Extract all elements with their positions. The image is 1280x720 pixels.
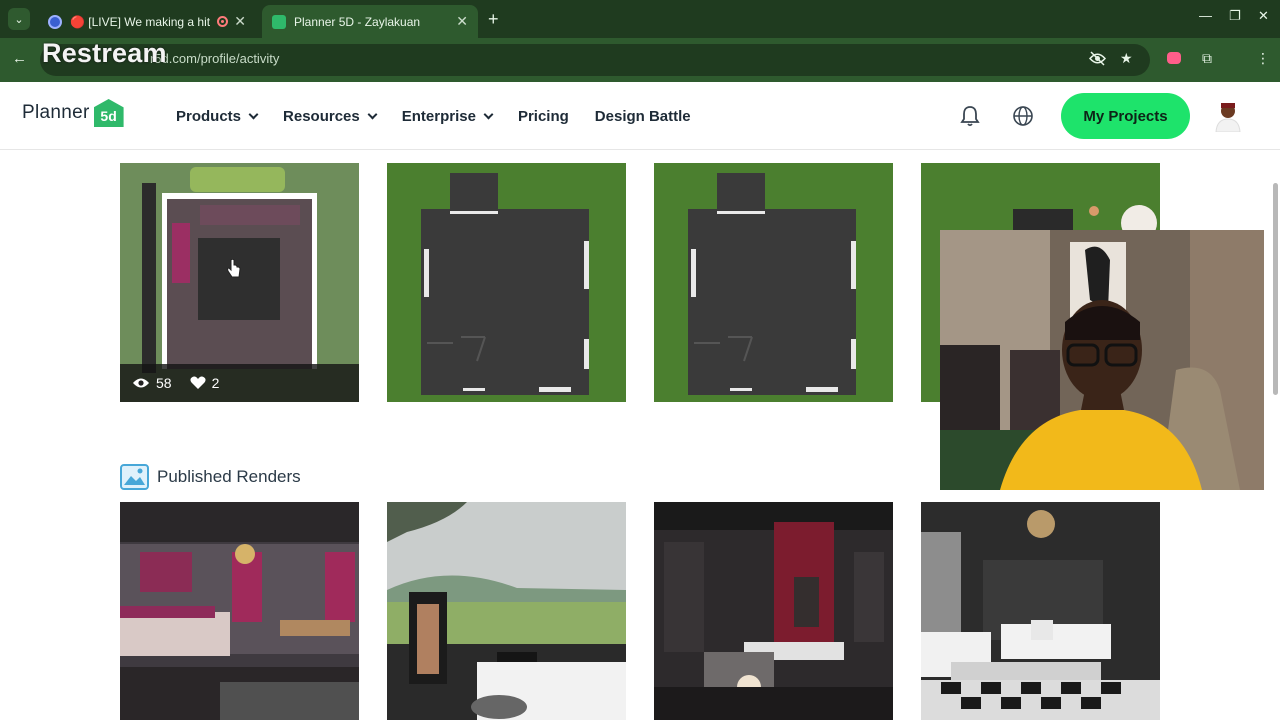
tab-title: 🔴 [LIVE] We making a hit f: [70, 14, 212, 29]
close-window-icon[interactable]: ✕: [1258, 8, 1269, 24]
webcam-feed-image: [940, 230, 1264, 490]
chevron-down-icon: [483, 109, 494, 119]
heart-icon[interactable]: [190, 376, 206, 390]
new-tab-icon[interactable]: +: [488, 9, 499, 30]
my-projects-button[interactable]: My Projects: [1061, 93, 1190, 139]
section-title: Published Renders: [157, 467, 301, 486]
browser-tab-live[interactable]: 🔴 [LIVE] We making a hit f ✕: [38, 5, 256, 38]
render-card-living-room[interactable]: [921, 502, 1160, 720]
close-tab-icon[interactable]: ✕: [456, 13, 468, 30]
nav-resources[interactable]: Resources: [283, 107, 378, 125]
globe-icon[interactable]: [1012, 105, 1034, 127]
project-card-1[interactable]: 58 2: [120, 163, 359, 402]
nav-pricing[interactable]: Pricing: [518, 108, 569, 125]
minimize-icon[interactable]: —: [1199, 8, 1212, 23]
logo-house-icon: 5d: [93, 99, 124, 127]
plan-room-main: [688, 209, 856, 395]
plan-door: [717, 211, 765, 214]
bell-icon[interactable]: [960, 105, 980, 127]
plan-room-main: [421, 209, 589, 395]
published-renders-heading: Published Renders: [120, 464, 301, 490]
plan-window: [730, 388, 752, 391]
tab-title: Planner 5D - Zaylakuan: [294, 14, 421, 29]
project-card-3[interactable]: [654, 163, 893, 402]
project-card-2[interactable]: [387, 163, 626, 402]
plan-window: [584, 339, 589, 369]
extension-record-icon[interactable]: [1167, 52, 1181, 64]
webcam-overlay: [940, 230, 1264, 490]
rug-decor: [198, 238, 280, 320]
plan-window: [851, 339, 856, 369]
hand-cursor-icon: [227, 259, 241, 278]
plan-measure-marks: [694, 336, 753, 362]
project-stats: 58 2: [120, 364, 359, 402]
browser-tab-planner[interactable]: Planner 5D - Zaylakuan ✕: [262, 5, 478, 38]
nav-products[interactable]: Products: [176, 107, 259, 125]
eye-icon: [133, 378, 149, 388]
main-nav: Products Resources Enterprise Pricing De…: [176, 82, 717, 150]
render-card-lounge[interactable]: [654, 502, 893, 720]
extensions-puzzle-icon[interactable]: ⧉: [1202, 50, 1212, 67]
bedroom-render-image: [120, 502, 359, 720]
outdoor-render-image: [387, 502, 626, 720]
user-avatar[interactable]: [1213, 100, 1243, 132]
plan-door: [450, 211, 498, 214]
plan-window: [584, 241, 589, 289]
nav-label: Pricing: [517, 107, 569, 125]
shelf-decor: [200, 205, 300, 225]
sofa-decor: [172, 223, 190, 283]
nav-enterprise[interactable]: Enterprise: [401, 107, 494, 125]
lounge-render-image: [654, 502, 893, 720]
planner-favicon-icon: [272, 14, 286, 29]
plan-window: [691, 249, 696, 297]
image-gallery-icon: [120, 464, 149, 490]
plant-decor: [190, 167, 285, 192]
render-card-bedroom[interactable]: [120, 502, 359, 720]
planner5d-logo[interactable]: Planner 5d: [22, 99, 124, 127]
nav-label: Enterprise: [401, 107, 476, 125]
plan-measure-marks: [427, 336, 486, 362]
plan-window: [539, 387, 571, 392]
nav-label: Design Battle: [594, 107, 691, 125]
view-count: 58: [156, 375, 172, 391]
eye-off-icon[interactable]: [1089, 51, 1106, 66]
site-header: Planner 5d Products Resources Enterprise…: [0, 82, 1280, 150]
restream-favicon-icon: [48, 14, 62, 29]
restream-watermark: Restream: [42, 38, 167, 68]
chevron-down-icon: [248, 109, 259, 119]
plan-window: [806, 387, 838, 392]
lamp-decor: [1089, 206, 1099, 216]
nav-design-battle[interactable]: Design Battle: [595, 108, 691, 125]
chevron-down-icon: [367, 109, 378, 119]
browser-menu-icon[interactable]: ⋮: [1256, 50, 1270, 67]
wall-shadow: [142, 183, 156, 373]
tab-search-chevron-icon[interactable]: ⌄: [8, 8, 30, 30]
bookmark-star-icon[interactable]: ★: [1120, 50, 1133, 67]
browser-tab-bar: ⌄ 🔴 [LIVE] We making a hit f ✕ Planner 5…: [0, 0, 1280, 38]
back-arrow-icon[interactable]: ←: [12, 50, 27, 67]
render-card-outdoor[interactable]: [387, 502, 626, 720]
plan-window: [424, 249, 429, 297]
nav-label: Products: [176, 107, 242, 125]
page-scrollbar[interactable]: [1273, 183, 1278, 395]
living-room-render-image: [921, 502, 1160, 720]
recording-icon: [217, 16, 229, 27]
like-count: 2: [211, 375, 220, 391]
plan-window: [463, 388, 485, 391]
nav-label: Resources: [283, 107, 360, 125]
logo-text: Planner: [22, 102, 90, 123]
url-text[interactable]: r5d.com/profile/activity: [150, 51, 279, 66]
restore-icon[interactable]: ❐: [1229, 8, 1241, 24]
plan-window: [851, 241, 856, 289]
close-tab-icon[interactable]: ✕: [234, 13, 246, 30]
